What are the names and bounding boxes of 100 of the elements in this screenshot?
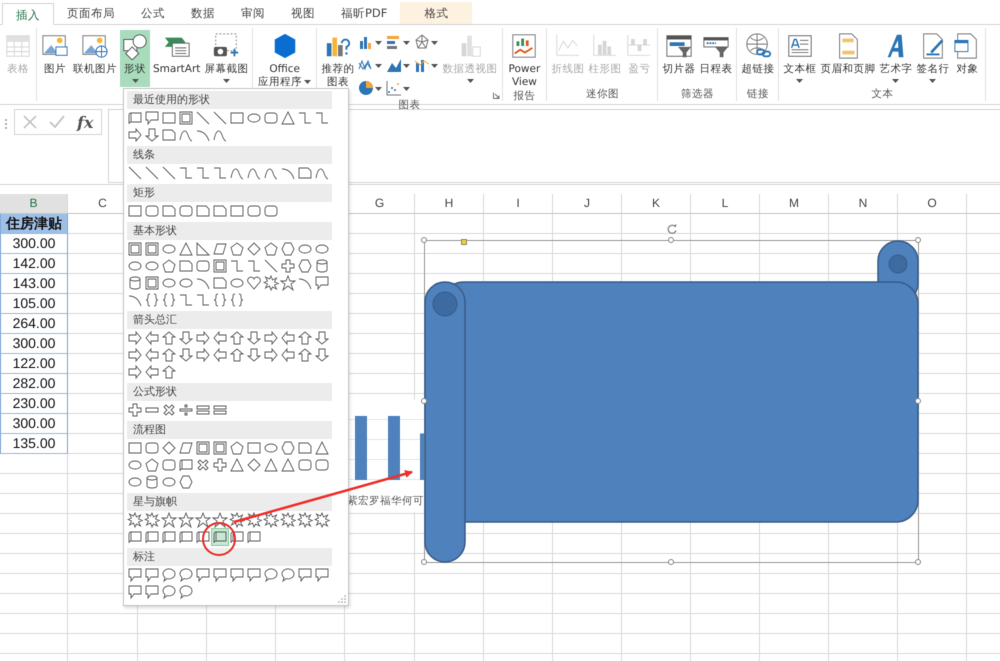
shape-icon[interactable] [229,203,245,219]
shape-icon[interactable] [161,440,177,456]
shape-icon[interactable] [127,567,143,583]
shape-icon[interactable] [195,529,211,545]
shape-icon[interactable] [144,275,160,291]
shape-icon[interactable] [161,402,177,418]
shape-icon[interactable] [195,241,211,257]
shape-icon[interactable] [144,474,160,490]
ribbon-button[interactable]: SmartArt [152,30,202,87]
shape-icon[interactable] [195,440,211,456]
resize-handle[interactable] [668,559,674,565]
shape-icon[interactable] [161,347,177,363]
shape-icon[interactable] [229,567,245,583]
shape-icon[interactable] [314,110,330,126]
shape-icon[interactable] [178,440,194,456]
shape-icon[interactable] [263,567,279,583]
ribbon-tab[interactable]: 插入 [2,3,54,25]
shape-icon[interactable] [178,567,194,583]
resize-handle[interactable] [421,559,427,565]
shape-icon[interactable] [314,457,330,473]
column-chart-icon[interactable] [358,34,374,50]
shape-icon[interactable] [246,512,262,528]
shape-icon[interactable] [280,512,296,528]
shape-icon[interactable] [263,330,279,346]
ribbon-button[interactable]: 日程表 [698,30,734,87]
shape-icon[interactable] [280,241,296,257]
shape-icon[interactable] [127,275,143,291]
shape-icon[interactable] [212,292,228,308]
shape-icon[interactable] [195,567,211,583]
shape-icon[interactable] [178,347,194,363]
shape-icon[interactable] [314,512,330,528]
shape-icon[interactable] [229,347,245,363]
shape-icon[interactable] [263,258,279,274]
resize-handle[interactable] [915,237,921,243]
shape-icon[interactable] [246,330,262,346]
shape-icon[interactable] [178,584,194,600]
resize-handle[interactable] [421,237,427,243]
shape-icon[interactable] [127,440,143,456]
shape-icon[interactable] [212,347,228,363]
shape-icon[interactable] [144,330,160,346]
shape-icon[interactable] [178,457,194,473]
shape-icon[interactable] [144,292,160,308]
shape-icon[interactable] [212,440,228,456]
shape-icon[interactable] [297,165,313,181]
shape-icon[interactable] [212,457,228,473]
combo-chart-icon[interactable] [414,57,430,73]
shape-icon[interactable] [212,258,228,274]
ribbon-button[interactable]: 联机图片 [72,30,118,87]
shape-icon[interactable] [246,457,262,473]
shape-icon[interactable] [127,402,143,418]
shape-icon[interactable] [246,529,262,545]
shape-icon[interactable] [178,258,194,274]
shape-icon[interactable] [297,347,313,363]
shape-icon[interactable] [195,203,211,219]
scatter-chart-icon[interactable] [386,80,402,96]
shape-icon[interactable] [280,275,296,291]
column-header[interactable]: K [622,194,691,213]
shape-icon[interactable] [314,567,330,583]
shape-icon[interactable] [144,529,160,545]
shape-icon[interactable] [212,512,228,528]
shape-icon[interactable] [297,110,313,126]
ribbon-button[interactable]: 切片器 [661,30,696,87]
ribbon-button[interactable]: Power View [506,30,544,89]
shape-icon[interactable] [178,292,194,308]
shape-icon[interactable] [212,241,228,257]
shape-icon[interactable] [263,203,279,219]
shape-icon[interactable] [314,258,330,274]
shape-icon[interactable] [263,457,279,473]
shape-icon[interactable] [178,330,194,346]
column-header[interactable]: H [415,194,484,213]
column-header[interactable]: N [829,194,898,213]
shape-icon[interactable] [212,275,228,291]
shape-icon[interactable] [161,110,177,126]
shape-icon[interactable] [246,203,262,219]
shape-icon[interactable] [144,347,160,363]
shape-icon[interactable] [178,110,194,126]
shape-icon[interactable] [161,584,177,600]
shape-icon[interactable] [161,364,177,380]
ribbon-tab[interactable]: 公式 [128,2,178,24]
shape-icon[interactable] [144,127,160,143]
rotate-handle[interactable] [666,223,678,235]
shape-icon[interactable] [161,292,177,308]
ribbon-tab[interactable]: 数据 [178,2,228,24]
resize-handle[interactable] [915,559,921,565]
ribbon-tab[interactable]: 格式 [400,2,472,24]
insert-function-button[interactable]: fx [77,112,94,132]
shape-icon[interactable] [178,402,194,418]
area-chart-icon[interactable] [386,57,402,73]
ribbon-tab[interactable]: 页面布局 [54,2,128,24]
column-header[interactable]: L [691,194,760,213]
line-chart-icon[interactable] [358,57,374,73]
shape-icon[interactable] [127,127,143,143]
shape-icon[interactable] [280,567,296,583]
shape-icon[interactable] [229,292,245,308]
shape-icon[interactable] [127,330,143,346]
shape-icon[interactable] [127,165,143,181]
shape-icon[interactable] [246,275,262,291]
shape-icon[interactable] [195,457,211,473]
column-header[interactable]: B [0,194,68,213]
shape-icon[interactable] [297,258,313,274]
